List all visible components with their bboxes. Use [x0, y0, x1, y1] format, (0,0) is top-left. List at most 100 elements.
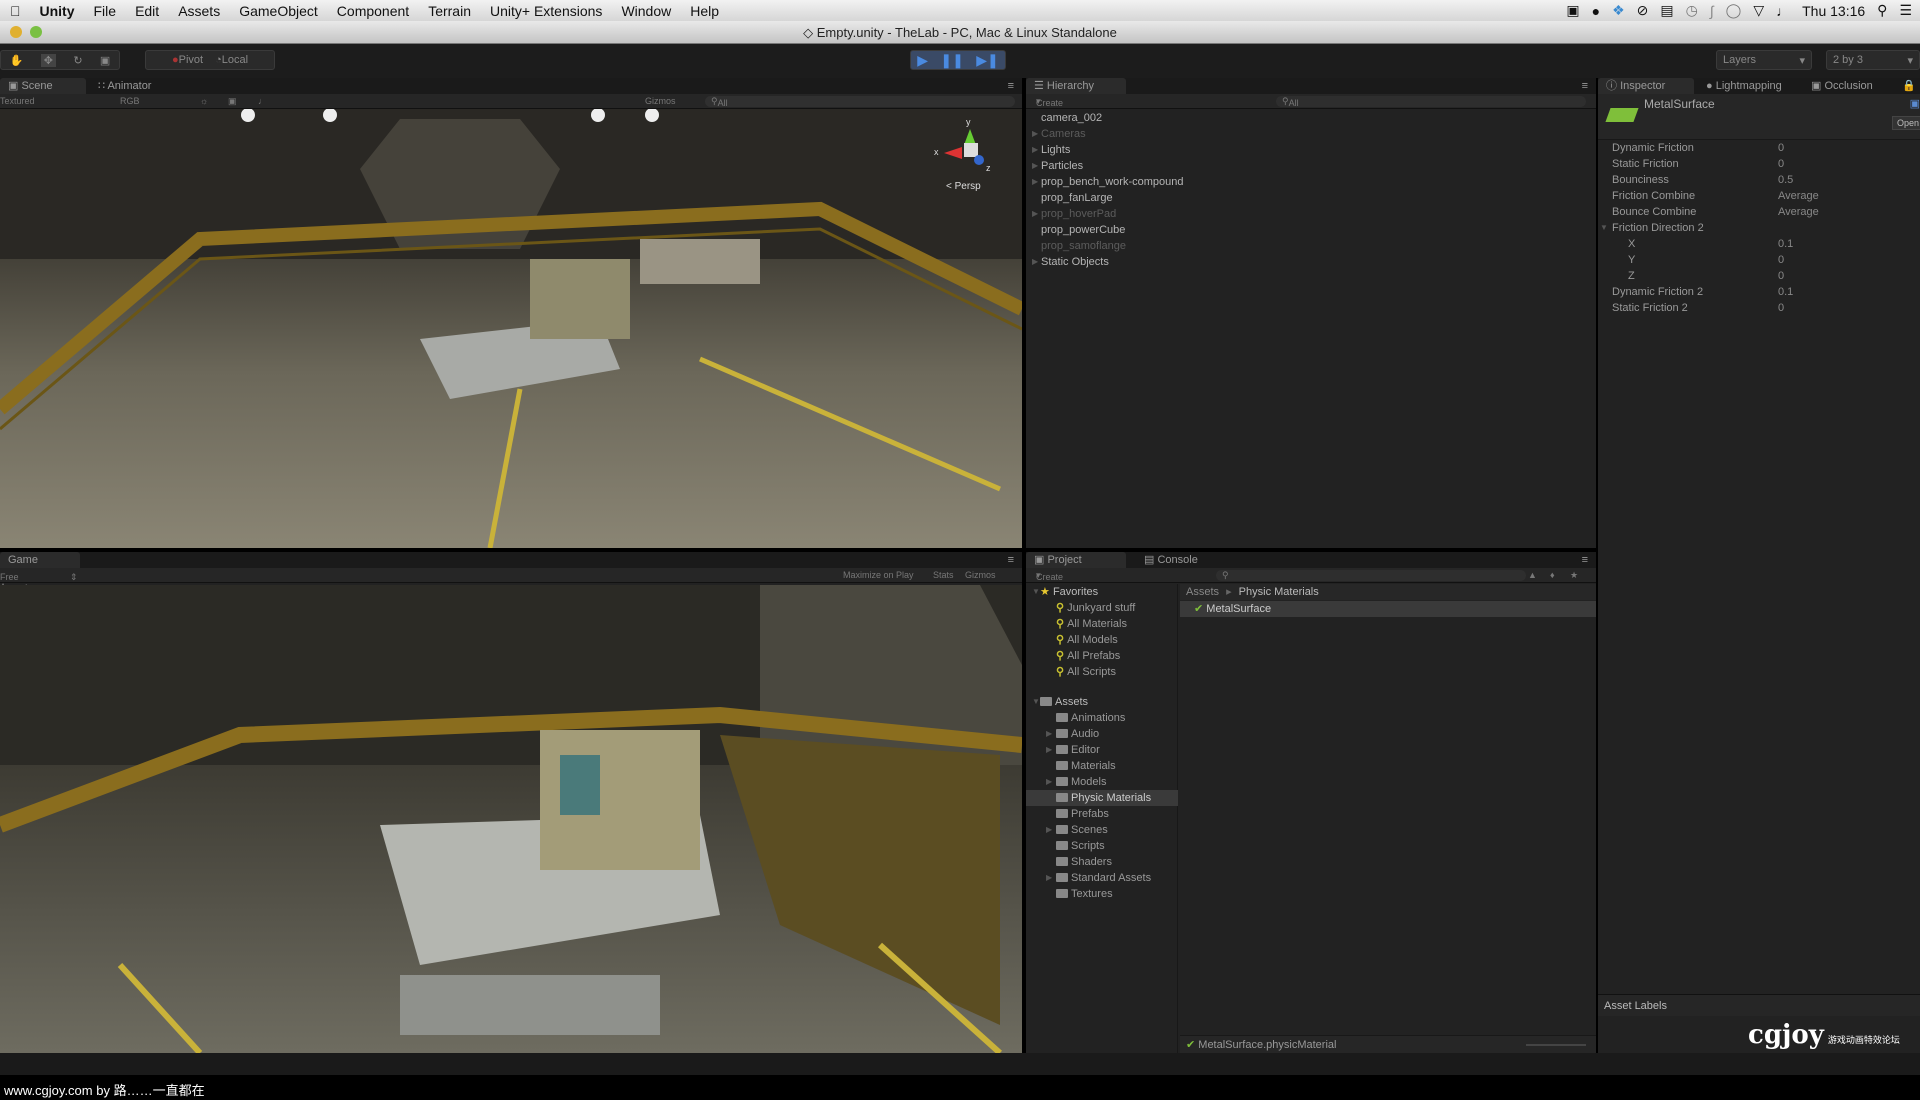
- shading-mode-dropdown[interactable]: Textured: [0, 96, 35, 106]
- menu-gameobject[interactable]: GameObject: [239, 3, 318, 19]
- menu-unity-extensions[interactable]: Unity+ Extensions: [490, 3, 602, 19]
- breadcrumb-physic-materials[interactable]: Physic Materials: [1239, 586, 1319, 598]
- menu-assets[interactable]: Assets: [178, 3, 220, 19]
- hierarchy-item[interactable]: ▶ Cameras: [1026, 126, 1596, 142]
- menu-app[interactable]: Unity: [40, 3, 75, 19]
- open-button[interactable]: Open: [1891, 116, 1920, 130]
- folder-item[interactable]: Scripts: [1026, 838, 1178, 854]
- menu-help[interactable]: Help: [690, 3, 719, 19]
- scene-search-input[interactable]: ⚲ All: [705, 96, 1015, 108]
- property-value-field[interactable]: 0: [1778, 140, 1784, 156]
- property-value-field[interactable]: 0: [1778, 268, 1784, 284]
- favorite-item[interactable]: ⚲ Junkyard stuff: [1026, 600, 1178, 616]
- move-tool-icon[interactable]: ✥: [40, 53, 56, 67]
- scene-viewport[interactable]: y x z < Persp: [0, 109, 1022, 548]
- folder-item[interactable]: Prefabs: [1026, 806, 1178, 822]
- pivot-button[interactable]: ●Pivot: [172, 54, 203, 66]
- spotlight-search-icon[interactable]: ⚲: [1877, 2, 1887, 19]
- layout-dropdown[interactable]: 2 by 3 ▾: [1826, 50, 1920, 70]
- menu-window[interactable]: Window: [621, 3, 671, 19]
- hierarchy-item[interactable]: ▶ Particles: [1026, 158, 1596, 174]
- tab-occlusion[interactable]: ▣ Occlusion: [1803, 78, 1881, 94]
- property-value-field[interactable]: 0: [1778, 156, 1784, 172]
- hierarchy-search-input[interactable]: ⚲ All: [1276, 96, 1586, 108]
- dropbox-icon[interactable]: ❖: [1612, 2, 1625, 19]
- apple-icon[interactable]: : [10, 3, 21, 19]
- lock-icon[interactable]: 🔒: [1894, 78, 1920, 94]
- hierarchy-item[interactable]: camera_002: [1026, 110, 1596, 126]
- folder-item[interactable]: ▶ Editor: [1026, 742, 1178, 758]
- gizmos-toggle[interactable]: Gizmos: [965, 570, 996, 580]
- chat-icon[interactable]: ◯: [1726, 2, 1742, 19]
- expand-arrow-icon[interactable]: ▶: [1032, 174, 1038, 190]
- bluetooth-icon[interactable]: ∫: [1710, 3, 1714, 19]
- project-search-input[interactable]: ⚲: [1216, 570, 1526, 581]
- hierarchy-item[interactable]: ▶ Lights: [1026, 142, 1596, 158]
- lighting-toggle-icon[interactable]: ☼: [200, 96, 208, 106]
- breadcrumb-assets[interactable]: Assets: [1186, 586, 1219, 598]
- hierarchy-item[interactable]: ▶ prop_hoverPad: [1026, 206, 1596, 222]
- camera-status-icon[interactable]: ▣: [1566, 2, 1579, 19]
- hierarchy-item[interactable]: prop_fanLarge: [1026, 190, 1596, 206]
- property-value-field[interactable]: 0.1: [1778, 236, 1793, 252]
- tab-project[interactable]: ▣ Project: [1026, 552, 1126, 568]
- panel-menu-icon[interactable]: ≡: [1000, 552, 1022, 568]
- icon-size-slider[interactable]: [1526, 1044, 1586, 1046]
- play-button[interactable]: ▶: [917, 52, 928, 69]
- menu-edit[interactable]: Edit: [135, 3, 159, 19]
- scale-tool-icon[interactable]: ▣: [100, 54, 110, 67]
- time-machine-icon[interactable]: ◷: [1686, 2, 1698, 19]
- volume-icon[interactable]: ♩: [1776, 3, 1790, 19]
- minimize-button[interactable]: [10, 26, 22, 38]
- render-mode-dropdown[interactable]: RGB: [120, 96, 140, 106]
- foldout-arrow-icon[interactable]: ▼: [1600, 220, 1608, 236]
- folder-item[interactable]: ▶ Scenes: [1026, 822, 1178, 838]
- pause-button[interactable]: ❚❚: [940, 52, 963, 69]
- assets-root[interactable]: ▼ Assets: [1026, 694, 1178, 710]
- folder-item[interactable]: Textures: [1026, 886, 1178, 902]
- property-value-field[interactable]: 0.1: [1778, 284, 1793, 300]
- evernote-icon[interactable]: ●: [1592, 3, 1600, 19]
- wifi-icon[interactable]: ▽: [1753, 2, 1764, 19]
- asset-item-metalsurface[interactable]: ✔ MetalSurface: [1180, 601, 1596, 617]
- property-value-field[interactable]: 0: [1778, 252, 1784, 268]
- property-value-field[interactable]: Average: [1778, 204, 1819, 220]
- step-button[interactable]: ▶❚: [976, 52, 999, 69]
- folder-item[interactable]: ▶ Standard Assets: [1026, 870, 1178, 886]
- clock[interactable]: Thu 13:16: [1802, 3, 1865, 19]
- folder-item[interactable]: ▶ Models: [1026, 774, 1178, 790]
- layers-dropdown[interactable]: Layers ▾: [1716, 50, 1812, 70]
- tab-animator[interactable]: ∷ Animator: [90, 78, 159, 94]
- create-dropdown[interactable]: Create ▾: [1036, 96, 1063, 108]
- hand-tool-icon[interactable]: ✋: [10, 54, 24, 67]
- folder-item[interactable]: Shaders: [1026, 854, 1178, 870]
- image-toggle-icon[interactable]: ▣: [228, 96, 237, 107]
- tab-console[interactable]: ▤ Console: [1136, 552, 1206, 568]
- audio-toggle-icon[interactable]: ♩: [258, 96, 267, 106]
- filter-by-label-icon[interactable]: ♦: [1550, 570, 1555, 580]
- menu-file[interactable]: File: [94, 3, 117, 19]
- hierarchy-item[interactable]: prop_samoflange: [1026, 238, 1596, 254]
- game-viewport[interactable]: [0, 585, 1022, 1053]
- persp-label[interactable]: < Persp: [946, 181, 981, 192]
- hierarchy-item[interactable]: ▶ prop_bench_work-compound: [1026, 174, 1596, 190]
- notification-list-icon[interactable]: ☰: [1899, 2, 1912, 19]
- hierarchy-item[interactable]: ▶ Static Objects: [1026, 254, 1596, 270]
- tab-game[interactable]: Game: [0, 552, 80, 568]
- expand-arrow-icon[interactable]: ▶: [1032, 142, 1038, 158]
- favorite-item[interactable]: ⚲ All Materials: [1026, 616, 1178, 632]
- favorite-item[interactable]: ⚲ All Prefabs: [1026, 648, 1178, 664]
- property-value-field[interactable]: 0.5: [1778, 172, 1793, 188]
- sync-icon[interactable]: ⊘: [1637, 2, 1649, 19]
- scene-orientation-gizmo[interactable]: y x z < Persp: [930, 117, 1000, 197]
- expand-arrow-icon[interactable]: ▶: [1032, 254, 1038, 270]
- folder-item[interactable]: Physic Materials: [1026, 790, 1178, 806]
- favorites-header[interactable]: ▼ ★ Favorites: [1026, 584, 1178, 600]
- property-value-field[interactable]: 0: [1778, 300, 1784, 316]
- local-button[interactable]: ◔Local: [215, 54, 248, 66]
- folder-item[interactable]: Animations: [1026, 710, 1178, 726]
- help-icon[interactable]: ▣: [1910, 97, 1920, 110]
- save-search-icon[interactable]: ★: [1570, 570, 1578, 581]
- menu-terrain[interactable]: Terrain: [428, 3, 471, 19]
- property-value-field[interactable]: Average: [1778, 188, 1819, 204]
